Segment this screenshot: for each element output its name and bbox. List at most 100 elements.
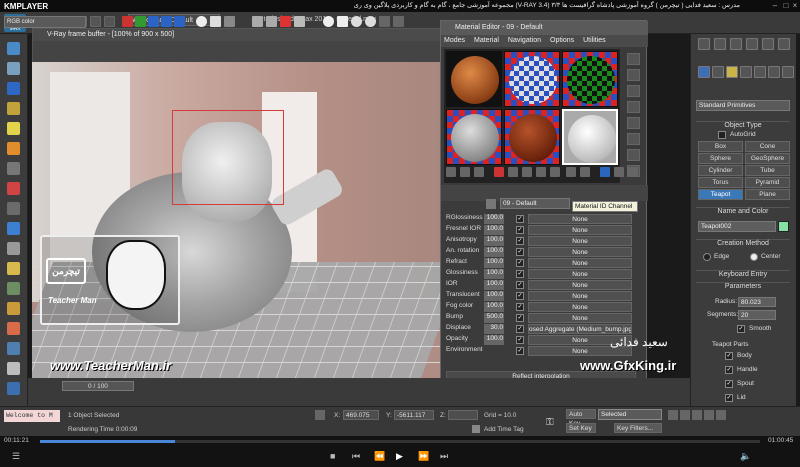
channel-dropdown[interactable]: RGB color <box>4 16 86 28</box>
teapot-part-checkbox[interactable]: ✓ <box>725 352 733 360</box>
shapes-icon[interactable] <box>712 66 724 78</box>
smooth-checkbox[interactable]: ✓ <box>737 325 745 333</box>
forward-icon[interactable]: ⏩ <box>418 451 429 462</box>
menu-utilities[interactable]: Utilities <box>583 35 606 47</box>
map-slot-button[interactable]: None <box>528 214 632 224</box>
map-enable-checkbox[interactable]: ✓ <box>516 303 524 311</box>
create-tab-icon[interactable] <box>698 38 710 50</box>
map-amount-input[interactable]: 100.0 <box>484 291 504 301</box>
lock-selection-icon[interactable] <box>315 410 325 420</box>
map-enable-checkbox[interactable]: ✓ <box>516 270 524 278</box>
prev-icon[interactable]: ⏮ <box>352 451 360 462</box>
frame-counter[interactable]: 0 / 100 <box>62 381 134 391</box>
sample-slot[interactable] <box>504 109 560 165</box>
playlist-icon[interactable]: ☰ <box>12 451 20 462</box>
sample-type-icon[interactable] <box>627 53 640 65</box>
map-slot-button[interactable]: None <box>528 225 632 235</box>
show-end-result-icon[interactable] <box>580 167 590 177</box>
teapot-render-icon[interactable] <box>7 322 20 335</box>
alpha-channel-icon[interactable] <box>161 16 172 27</box>
light-icon[interactable] <box>7 122 20 135</box>
primitive-button[interactable]: Sphere <box>698 153 743 164</box>
map-enable-checkbox[interactable]: ✓ <box>516 325 524 333</box>
motion-tab-icon[interactable] <box>746 38 758 50</box>
y-coordinate[interactable]: -5611.117 <box>394 410 434 420</box>
map-slot-button[interactable]: None <box>528 236 632 246</box>
center-radio[interactable] <box>750 253 758 261</box>
mirror-icon[interactable] <box>7 242 20 255</box>
map-slot-button[interactable]: osed Aggregate (Medium_bump.jpg) <box>528 324 632 334</box>
primitive-button[interactable]: GeoSphere <box>745 153 790 164</box>
primitive-button[interactable]: Teapot <box>698 189 743 200</box>
radius-input[interactable]: 80.023 <box>738 297 776 307</box>
key-set-dropdown[interactable]: Selected <box>598 409 662 420</box>
map-slot-button[interactable]: None <box>528 258 632 268</box>
render-image[interactable] <box>32 62 442 378</box>
primitive-button[interactable]: Plane <box>745 189 790 200</box>
map-enable-checkbox[interactable]: ✓ <box>516 347 524 355</box>
set-key-button[interactable]: Set Key <box>566 423 596 433</box>
minimize-icon[interactable]: – <box>770 1 780 11</box>
put-to-library-icon[interactable] <box>536 167 546 177</box>
go-to-parent-icon[interactable] <box>614 167 624 177</box>
menu-options[interactable]: Options <box>550 35 574 47</box>
map-enable-checkbox[interactable]: ✓ <box>516 215 524 223</box>
next-icon[interactable]: ⏭ <box>440 451 448 462</box>
render-region-box[interactable] <box>172 110 284 205</box>
z-coordinate[interactable] <box>448 410 478 420</box>
green-channel-icon[interactable] <box>135 16 146 27</box>
map-enable-checkbox[interactable]: ✓ <box>516 314 524 322</box>
region-render-icon[interactable] <box>266 16 277 27</box>
map-enable-checkbox[interactable]: ✓ <box>516 281 524 289</box>
utilities-tab-icon[interactable] <box>778 38 790 50</box>
copy-material-icon[interactable] <box>508 167 518 177</box>
go-forward-icon[interactable] <box>628 167 638 177</box>
lights-icon[interactable] <box>726 66 738 78</box>
map-slot-button[interactable]: None <box>528 269 632 279</box>
move-icon[interactable] <box>7 102 20 115</box>
uv-tiling-icon[interactable] <box>627 101 640 113</box>
select-icon[interactable] <box>7 42 20 55</box>
maxscript-listener[interactable]: Welcome to M <box>4 410 60 422</box>
redo-icon[interactable] <box>90 16 101 27</box>
map-amount-input[interactable]: 500.0 <box>484 313 504 323</box>
blue-channel-icon[interactable] <box>148 16 159 27</box>
teapot-part-checkbox[interactable]: ✓ <box>725 394 733 402</box>
render-region-icon[interactable] <box>280 16 291 27</box>
parameters-header[interactable]: Parameters <box>696 282 790 292</box>
red-channel-icon[interactable] <box>122 16 133 27</box>
map-slot-button[interactable]: None <box>528 280 632 290</box>
primitive-category-dropdown[interactable]: Standard Primitives <box>696 100 790 111</box>
select-region-icon[interactable] <box>7 62 20 75</box>
cameras-icon[interactable] <box>740 66 752 78</box>
x-coordinate[interactable]: 469.075 <box>343 410 379 420</box>
primitive-button[interactable]: Cylinder <box>698 165 743 176</box>
background-icon[interactable] <box>627 85 640 97</box>
sample-slot-active[interactable] <box>562 109 618 165</box>
object-type-header[interactable]: Object Type <box>696 121 790 131</box>
mono-channel-icon[interactable] <box>174 16 185 27</box>
material-effects-icon[interactable] <box>550 167 560 177</box>
map-amount-input[interactable]: 100.0 <box>484 269 504 279</box>
show-in-viewport-icon[interactable] <box>566 167 576 177</box>
sample-slot[interactable] <box>446 109 502 165</box>
goto-end-icon[interactable] <box>716 410 726 420</box>
name-color-header[interactable]: Name and Color <box>696 207 790 217</box>
show-correction-icon[interactable] <box>351 16 362 27</box>
map-slot-button[interactable]: None <box>528 313 632 323</box>
save-image-icon[interactable] <box>196 16 207 27</box>
lens-effects-icon[interactable] <box>337 16 348 27</box>
object-color-swatch[interactable] <box>778 221 789 232</box>
menu-material[interactable]: Material <box>474 35 499 47</box>
menu-modes[interactable]: Modes <box>444 35 465 47</box>
display-tab-icon[interactable] <box>762 38 774 50</box>
material-name-field[interactable]: 09 - Default <box>500 198 570 209</box>
map-amount-input[interactable]: 100.0 <box>484 280 504 290</box>
hierarchy-tab-icon[interactable] <box>730 38 742 50</box>
script-icon[interactable] <box>7 362 20 375</box>
video-check-icon[interactable] <box>627 117 640 129</box>
teapot-part-checkbox[interactable]: ✓ <box>725 366 733 374</box>
auto-key-button[interactable]: Auto Key <box>566 409 596 427</box>
object-name-field[interactable]: Teapot002 <box>698 221 776 232</box>
make-preview-icon[interactable] <box>627 133 640 145</box>
